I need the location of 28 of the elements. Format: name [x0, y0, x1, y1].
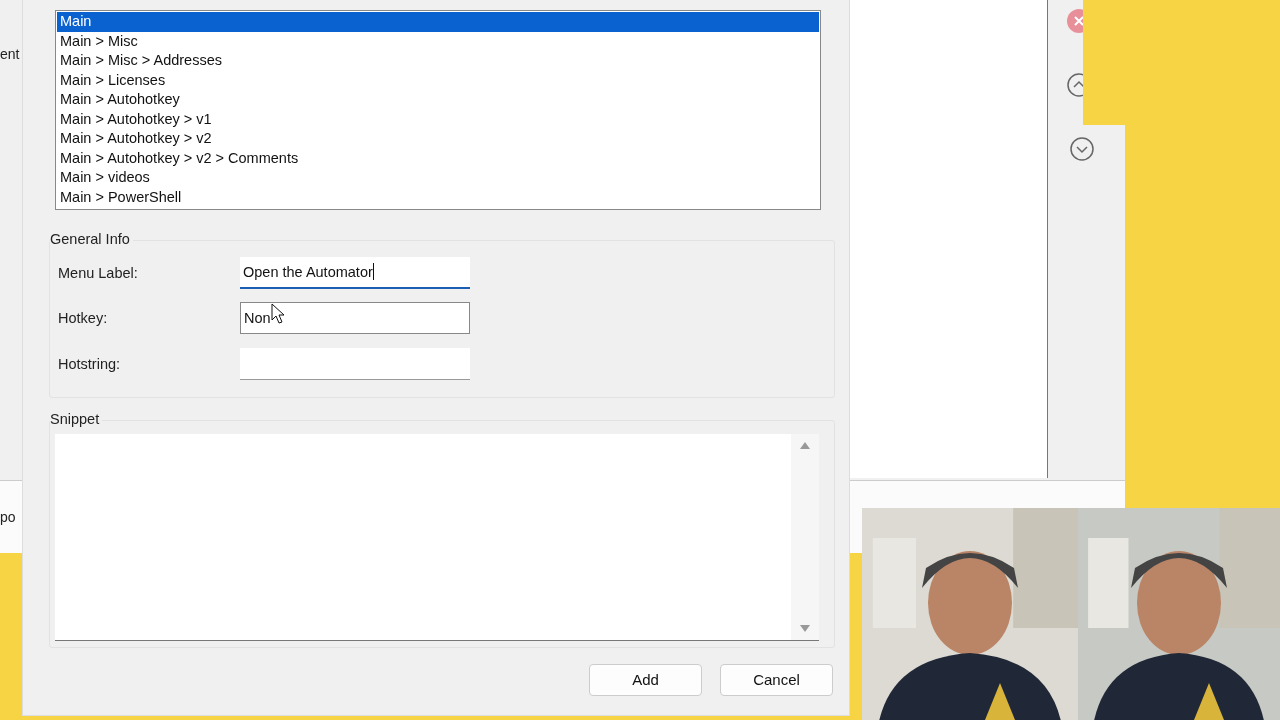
parent-list[interactable]: Main Main > Misc Main > Misc > Addresses Main > Licenses Main > Autohotkey Main > Autohotkey > v1 Main > Autohotkey > v2 Main > Autohotkey > v2 > Comments Main > videos Main > PowerShell [55, 10, 821, 210]
list-item[interactable]: Main > Misc [57, 31, 819, 51]
chevron-down-icon[interactable] [1069, 136, 1095, 162]
group-title: General Info [50, 231, 133, 247]
input-field[interactable] [240, 347, 470, 380]
input-field[interactable]: Non [240, 302, 470, 335]
label-fragment: po [0, 509, 16, 525]
field-label: Hotkey: [57, 310, 109, 327]
list-item[interactable]: Main > Autohotkey > v2 > Comments [57, 148, 819, 168]
list-item[interactable]: Main > Autohotkey > v2 [57, 129, 819, 149]
field-label: Hotstring: [57, 355, 122, 372]
list-item[interactable]: Main > Autohotkey > v1 [57, 109, 819, 129]
input-field[interactable]: Open the Automator [240, 256, 470, 289]
scroll-bar[interactable] [791, 433, 819, 640]
add-button[interactable]: Add [589, 663, 702, 696]
close-icon[interactable] [1066, 8, 1083, 34]
list-item[interactable]: Main > videos [57, 168, 819, 188]
list-item[interactable]: Main > Misc > Addresses [57, 51, 819, 71]
field-label: Menu Label: [57, 264, 139, 281]
chevron-up-icon[interactable] [1066, 72, 1083, 98]
list-item[interactable]: Main > Autohotkey [57, 90, 819, 110]
list-item[interactable]: Main > Licenses [57, 70, 819, 90]
group-title: Snippet [50, 410, 103, 427]
label-fragment: ent [0, 46, 20, 62]
list-item[interactable]: Main > PowerShell [57, 187, 819, 207]
cancel-button[interactable]: Cancel [720, 663, 833, 696]
list-item[interactable]: Main [57, 12, 819, 32]
mouse-cursor-icon [271, 303, 287, 326]
